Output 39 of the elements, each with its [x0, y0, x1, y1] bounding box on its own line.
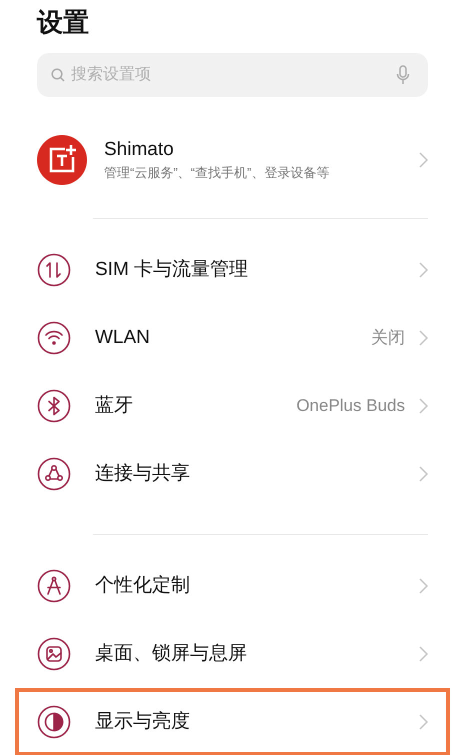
chevron-right-icon — [419, 466, 428, 482]
page-title: 设置 — [36, 6, 90, 39]
account-row[interactable]: Shimato 管理“云服务”、“查找手机”、登录设备等 — [37, 128, 428, 192]
search-icon — [51, 68, 65, 82]
row-label: 显示与亮度 — [95, 710, 190, 734]
picture-frame-icon — [37, 637, 71, 671]
row-label: 个性化定制 — [95, 574, 190, 598]
chevron-right-icon — [419, 578, 428, 594]
chevron-right-icon — [419, 152, 428, 168]
settings-row[interactable]: 显示与亮度 — [15, 688, 450, 755]
settings-row[interactable]: SIM 卡与流量管理 — [15, 236, 450, 304]
row-label: 连接与共享 — [95, 462, 190, 486]
share-nodes-icon — [37, 457, 71, 491]
transfer-arrows-icon — [37, 253, 71, 287]
wifi-icon — [37, 321, 71, 355]
settings-row[interactable]: 桌面、锁屏与息屏 — [15, 620, 450, 688]
settings-row[interactable]: WLAN 关闭 — [15, 304, 450, 372]
row-label: 桌面、锁屏与息屏 — [95, 642, 247, 666]
account-name: Shimato — [104, 138, 174, 162]
row-value: 关闭 — [371, 327, 405, 350]
settings-row[interactable]: 个性化定制 — [15, 552, 450, 620]
search-field[interactable]: 搜索设置项 — [37, 53, 428, 97]
chevron-right-icon — [419, 714, 428, 730]
compass-tool-icon — [37, 569, 71, 603]
avatar-logo-icon — [37, 135, 87, 185]
chevron-right-icon — [419, 330, 428, 346]
settings-row[interactable]: 蓝牙 OnePlus Buds — [15, 372, 450, 440]
chevron-right-icon — [419, 262, 428, 278]
bluetooth-icon — [37, 389, 71, 423]
row-label: 蓝牙 — [95, 394, 133, 418]
account-subtitle: 管理“云服务”、“查找手机”、登录设备等 — [104, 164, 330, 182]
settings-row[interactable]: 连接与共享 — [15, 440, 450, 508]
row-label: SIM 卡与流量管理 — [95, 258, 248, 282]
chevron-right-icon — [419, 398, 428, 414]
chevron-right-icon — [419, 646, 428, 662]
row-value: OnePlus Buds — [296, 395, 405, 418]
row-label: WLAN — [95, 326, 150, 350]
microphone-icon[interactable] — [396, 65, 410, 85]
contrast-icon — [37, 705, 71, 739]
